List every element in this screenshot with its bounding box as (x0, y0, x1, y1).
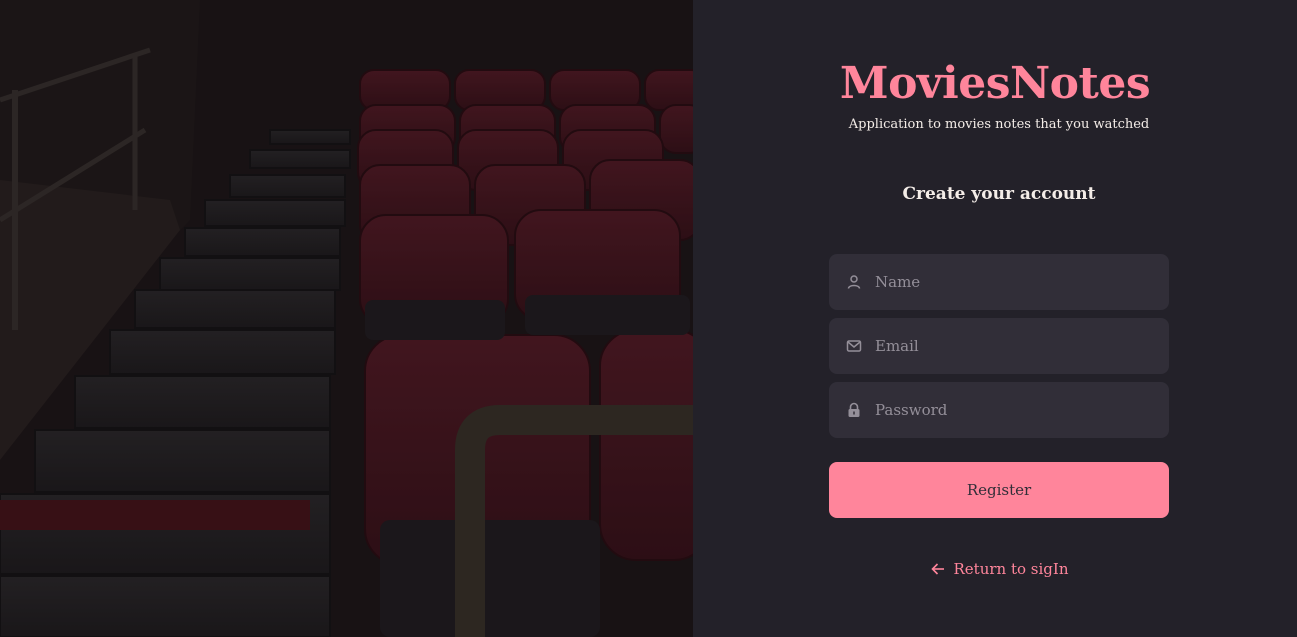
register-button[interactable]: Register (829, 462, 1169, 518)
email-field[interactable] (829, 318, 1169, 374)
mail-icon (845, 337, 863, 355)
lock-icon (845, 401, 863, 419)
app-title: MoviesNotes (839, 58, 1151, 109)
password-field[interactable] (829, 382, 1169, 438)
password-input[interactable] (875, 401, 1169, 419)
hero-image (0, 0, 693, 637)
return-to-signin-label: Return to sigIn (953, 560, 1069, 578)
app-tagline: Application to movies notes that you wat… (848, 117, 1150, 132)
name-field[interactable] (829, 254, 1169, 310)
name-input[interactable] (875, 273, 1169, 291)
signup-panel: MoviesNotes Application to movies notes … (693, 0, 1297, 637)
arrow-left-icon (930, 561, 946, 577)
return-to-signin-link[interactable]: Return to sigIn (693, 560, 1297, 578)
form-title: Create your account (902, 184, 1096, 204)
user-icon (845, 273, 863, 291)
theater-seats-illustration (0, 0, 693, 637)
email-input[interactable] (875, 337, 1169, 355)
